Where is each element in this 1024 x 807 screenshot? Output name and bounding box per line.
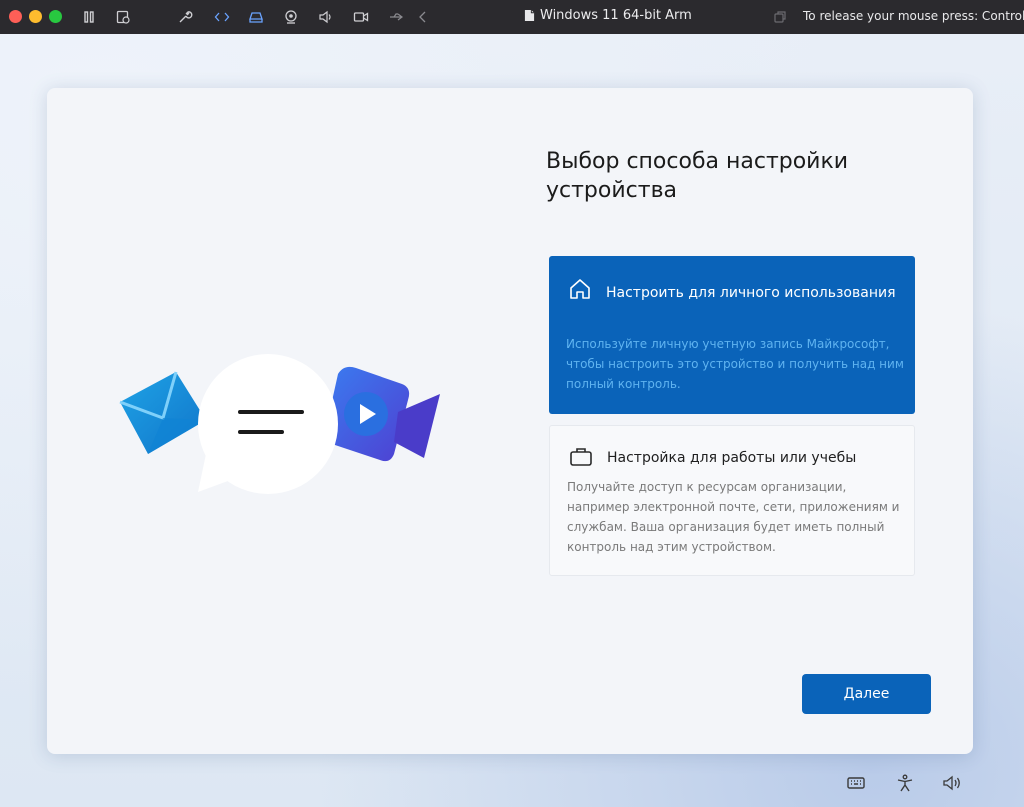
vm-toolbar: Windows 11 64-bit Arm To release your mo… (0, 0, 1024, 34)
snapshot-icon[interactable] (113, 7, 133, 27)
briefcase-icon (568, 444, 594, 470)
option-work-or-school[interactable]: Настройка для работы или учебы Получайте… (549, 425, 915, 576)
drive-icon[interactable] (246, 7, 266, 27)
setup-illustration (119, 354, 440, 494)
chat-bubble-icon (198, 354, 338, 494)
volume-icon[interactable] (940, 771, 964, 795)
option-description: Получайте доступ к ресурсам организации,… (567, 480, 900, 554)
volume-icon[interactable] (316, 7, 336, 27)
pause-icon[interactable] (79, 7, 99, 27)
next-button[interactable]: Далее (802, 674, 931, 714)
release-mouse-hint: To release your mouse press: Control-⌘ (803, 9, 1024, 23)
minimize-window-button[interactable] (29, 10, 42, 23)
option-title: Настроить для личного использования (606, 285, 896, 301)
keyboard-icon[interactable] (844, 771, 868, 795)
mail-icon (119, 371, 206, 454)
document-icon (524, 9, 535, 22)
vm-window-title: Windows 11 64-bit Arm (524, 8, 692, 23)
home-icon (567, 276, 593, 302)
video-icon[interactable] (351, 7, 371, 27)
code-icon[interactable] (212, 7, 232, 27)
option-personal-use[interactable]: Настроить для личного использования Испо… (549, 256, 915, 414)
camera-icon[interactable] (281, 7, 301, 27)
option-description: Используйте личную учетную запись Майкро… (566, 337, 904, 391)
copy-icon[interactable] (770, 7, 790, 27)
settings-icon[interactable] (175, 7, 195, 27)
zoom-window-button[interactable] (49, 10, 62, 23)
usb-icon[interactable] (386, 7, 406, 27)
close-window-button[interactable] (9, 10, 22, 23)
page-title: Выбор способа настройки устройства (546, 149, 849, 203)
option-title: Настройка для работы или учебы (607, 450, 857, 466)
back-icon[interactable] (413, 7, 433, 27)
video-call-icon (324, 366, 440, 462)
vm-title-text: Windows 11 64-bit Arm (540, 8, 692, 23)
accessibility-icon[interactable] (893, 771, 917, 795)
